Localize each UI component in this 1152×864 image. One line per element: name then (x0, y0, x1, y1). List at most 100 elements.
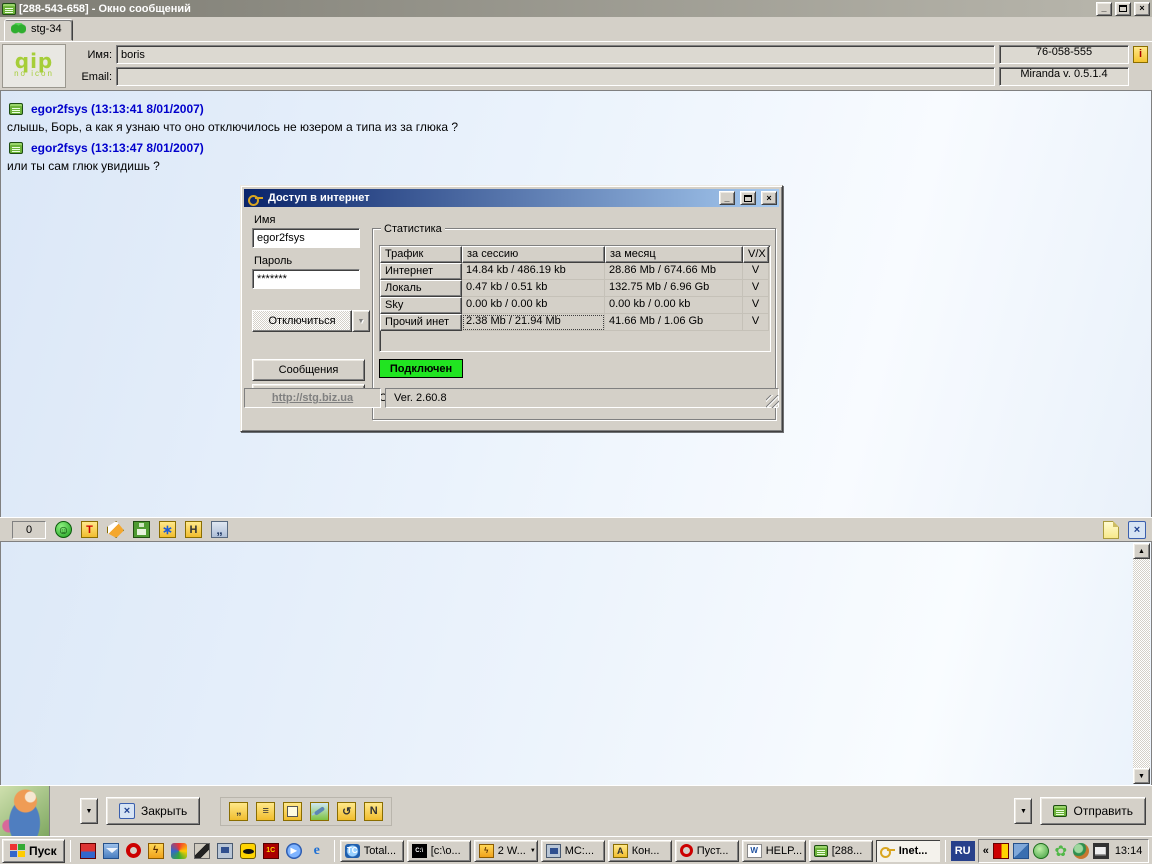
save-icon[interactable] (133, 521, 150, 538)
tray-messenger-icon[interactable] (993, 843, 1009, 859)
dialog-close-button[interactable]: × (761, 191, 777, 205)
column-header[interactable]: V/X (743, 246, 769, 263)
user-info-icon[interactable] (1133, 46, 1148, 63)
floppy-icon[interactable] (80, 843, 96, 859)
dialog-minimize-button[interactable]: _ (719, 191, 735, 205)
taskbar-separator (945, 840, 946, 862)
scroll-down-button[interactable]: ▼ (1133, 768, 1150, 784)
statistics-group-label: Статистика (381, 223, 445, 235)
close-chat-icon: × (119, 803, 135, 819)
wrench-icon[interactable] (310, 802, 329, 821)
cell[interactable]: 0.00 kb / 0.00 kb (605, 297, 743, 314)
winamp-icon[interactable]: ϟ (148, 843, 164, 859)
notes-icon[interactable]: N (364, 802, 383, 821)
close-chat-button[interactable]: × Закрыть (106, 797, 200, 825)
remote-desktop-icon[interactable] (217, 843, 233, 859)
start-button[interactable]: Пуск (2, 839, 65, 863)
message-input-area[interactable]: ▲ ▼ (0, 541, 1152, 785)
stg-link[interactable]: http://stg.biz.ua (272, 392, 353, 404)
text-format-icon[interactable]: T (81, 521, 98, 538)
send-options-dropdown[interactable]: ▼ (1014, 798, 1032, 824)
window-select-icon[interactable] (283, 802, 302, 821)
avatar[interactable] (0, 786, 50, 836)
cell[interactable]: 41.66 Mb / 1.06 Gb (605, 314, 743, 331)
task-message-window[interactable]: [288... (809, 840, 873, 862)
close-button[interactable]: × (1134, 2, 1150, 16)
restore-button[interactable] (1115, 2, 1131, 16)
tray-mail-watch-icon[interactable] (1093, 843, 1109, 859)
cell[interactable]: 0.00 kb / 0.00 kb (462, 297, 605, 314)
column-header[interactable]: за сессию (462, 246, 605, 263)
send-button[interactable]: Отправить (1040, 797, 1146, 825)
history-icon[interactable]: H (185, 521, 202, 538)
1c-icon[interactable]: 1С (263, 843, 279, 859)
input-scrollbar[interactable]: ▲ ▼ (1133, 543, 1150, 784)
task-cmd[interactable]: C:\ [c:\o... (407, 840, 471, 862)
journal-icon[interactable]: ↺ (337, 802, 356, 821)
client-version-field[interactable]: Miranda v. 0.5.1.4 (999, 67, 1129, 86)
task-winamp-group[interactable]: ϟ 2 W... ▼ (474, 840, 538, 862)
close-chat-label: Закрыть (141, 804, 187, 818)
cell-focused[interactable]: 2.38 Mb / 21.94 Mb (462, 314, 605, 331)
new-note-icon[interactable] (1103, 521, 1119, 539)
messages-button[interactable]: Сообщения (252, 359, 365, 381)
cell[interactable]: V (743, 263, 769, 280)
smiley-icon[interactable]: ☺ (55, 521, 72, 538)
row-header[interactable]: Интернет (380, 263, 462, 280)
column-header[interactable]: Трафик (380, 246, 462, 263)
send-label: Отправить (1073, 804, 1133, 818)
batman-icon[interactable] (240, 843, 256, 859)
row-header[interactable]: Прочий инет (380, 314, 462, 331)
cell[interactable]: V (743, 280, 769, 297)
tray-clock-sync-icon[interactable] (1033, 843, 1049, 859)
task-opera[interactable]: Пуст... (675, 840, 739, 862)
template-icon[interactable]: ≡ (256, 802, 275, 821)
cell[interactable]: 132.75 Mb / 6.96 Gb (605, 280, 743, 297)
tab-stg-34[interactable]: stg-34 (4, 19, 73, 41)
close-options-dropdown[interactable]: ▼ (80, 798, 98, 824)
snowflake-icon[interactable]: ∗ (159, 521, 176, 538)
quote-search-icon[interactable]: „ (211, 521, 228, 538)
tray-chevron-icon[interactable]: « (983, 845, 989, 857)
close-tab-icon[interactable]: × (1128, 521, 1146, 539)
resize-grip[interactable] (766, 395, 779, 408)
task-label: Кон... (632, 845, 660, 857)
task-inet-access[interactable]: Inet... (876, 840, 940, 862)
cell[interactable]: 0.47 kb / 0.51 kb (462, 280, 605, 297)
media-player-icon[interactable]: ▶ (286, 843, 302, 859)
password-input[interactable] (252, 269, 360, 289)
language-indicator[interactable]: RU (951, 841, 975, 861)
quote-icon[interactable]: „ (229, 802, 248, 821)
login-input[interactable] (252, 228, 360, 248)
task-mc[interactable]: MC:... (541, 840, 605, 862)
scroll-up-button[interactable]: ▲ (1133, 543, 1150, 559)
task-total-commander[interactable]: TC Total... (340, 840, 404, 862)
disconnect-dropdown[interactable]: ▼ (352, 310, 370, 332)
cell[interactable]: V (743, 314, 769, 331)
column-header[interactable]: за месяц (605, 246, 743, 263)
row-header[interactable]: Sky (380, 297, 462, 314)
taskbar: Пуск ϟ 1С ▶ e TC Total... C:\ [c:\o... (0, 836, 1152, 864)
disconnect-button[interactable]: Отключиться (252, 310, 352, 332)
opera-icon[interactable] (126, 843, 141, 858)
ie-icon[interactable]: e (309, 843, 325, 859)
row-header[interactable]: Локаль (380, 280, 462, 297)
uin-field[interactable]: 76-058-555 (999, 45, 1129, 64)
name-field[interactable] (116, 45, 995, 64)
mail-icon[interactable] (103, 843, 119, 859)
dialog-maximize-button[interactable] (740, 191, 756, 205)
cell[interactable]: 14.84 kb / 486.19 kb (462, 263, 605, 280)
start-label: Пуск (29, 844, 57, 858)
tray-icq-flower-icon[interactable]: ✿ (1053, 843, 1069, 859)
tray-network-icon[interactable] (1013, 843, 1029, 859)
cell[interactable]: 28.86 Mb / 674.66 Mb (605, 263, 743, 280)
cell[interactable]: V (743, 297, 769, 314)
klipper-icon[interactable] (171, 843, 187, 859)
telescope-icon[interactable] (194, 843, 210, 859)
task-word[interactable]: W HELP... (742, 840, 806, 862)
paint-bucket-icon[interactable] (107, 521, 124, 538)
task-console[interactable]: А Кон... (608, 840, 672, 862)
tray-globe-icon[interactable] (1073, 843, 1089, 859)
minimize-button[interactable]: _ (1096, 2, 1112, 16)
email-field[interactable] (116, 67, 995, 86)
